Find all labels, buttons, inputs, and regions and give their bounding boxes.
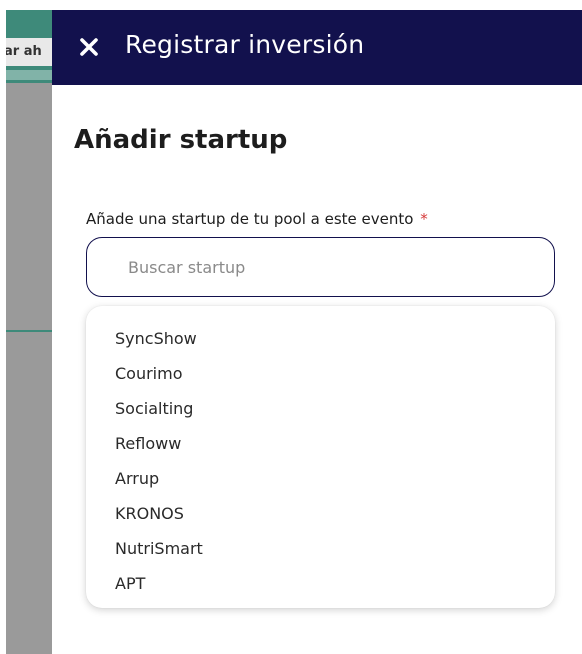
startup-dropdown-list: SyncShow Courimo Socialting Refloww Arru… <box>86 306 555 608</box>
startup-option[interactable]: APT <box>86 569 555 604</box>
section-title: Añadir startup <box>74 125 288 155</box>
startup-option[interactable]: Socialting <box>86 394 555 429</box>
required-marker: * <box>420 210 428 228</box>
startup-option[interactable]: NutriSmart <box>86 534 555 569</box>
startup-field-label: Añade una startup de tu pool a este even… <box>86 210 428 228</box>
drawer-title: Registrar inversión <box>125 30 365 59</box>
background-stripe <box>6 70 52 80</box>
drawer-header: Registrar inversión <box>52 10 582 85</box>
startup-field-label-text: Añade una startup de tu pool a este even… <box>86 210 414 228</box>
startup-search-input[interactable] <box>86 237 555 297</box>
startup-option[interactable]: Courimo <box>86 359 555 394</box>
background-page: ar ah <box>0 0 52 654</box>
startup-option[interactable]: Arrup <box>86 464 555 499</box>
background-overlay <box>6 83 52 654</box>
background-header: ar ah <box>6 10 52 83</box>
startup-option[interactable]: Refloww <box>86 429 555 464</box>
background-divider <box>6 330 52 332</box>
close-icon[interactable] <box>76 34 102 60</box>
background-button[interactable]: ar ah <box>6 38 52 66</box>
startup-option[interactable]: KRONOS <box>86 499 555 534</box>
startup-option[interactable]: SyncShow <box>86 324 555 359</box>
register-investment-drawer: Registrar inversión Añadir startup Añade… <box>52 10 582 654</box>
